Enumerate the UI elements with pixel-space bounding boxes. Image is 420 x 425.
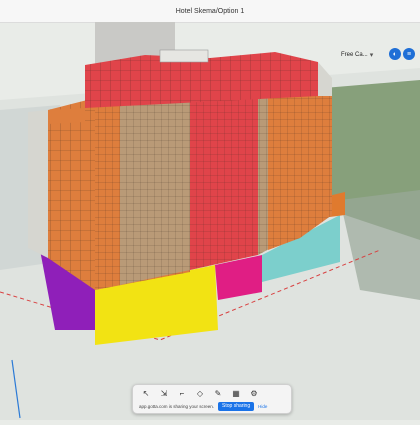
camera-dropdown[interactable]: Free Ca... ▾ — [341, 48, 373, 62]
bottom-toolbar: ↖ ⇲ ⌐ ◇ ✎ ▦ ⚙ app.gotta.com is sharing y… — [132, 384, 292, 414]
fill-tool-icon[interactable]: ◇ — [193, 388, 207, 398]
hide-link[interactable]: Hide — [258, 404, 267, 409]
building-scene — [0, 22, 420, 420]
screen-share-bar: app.gotta.com is sharing your screen. St… — [139, 401, 287, 411]
share-text: app.gotta.com is sharing your screen. — [139, 403, 215, 409]
layers-icon[interactable]: ≡ — [403, 48, 415, 60]
camera-label: Free Ca... — [341, 52, 368, 58]
select-tool-icon[interactable]: ↖ — [139, 388, 153, 398]
draw-tool-icon[interactable]: ✎ — [211, 388, 225, 398]
3d-viewport[interactable]: Free Ca... ▾ ◐ ≡ — [0, 22, 420, 420]
orbit-icon[interactable]: ◐ — [389, 48, 401, 60]
crop-tool-icon[interactable]: ⌐ — [175, 388, 189, 398]
grid-tool-icon[interactable]: ▦ — [229, 388, 243, 398]
gear-icon[interactable]: ⚙ — [247, 388, 261, 398]
move-tool-icon[interactable]: ⇲ — [157, 388, 171, 398]
roof-unit — [159, 49, 209, 63]
tower-end-gray — [28, 110, 48, 258]
title-bar: Hotel Skema/Option 1 — [0, 0, 420, 23]
stop-sharing-button[interactable]: Stop sharing — [218, 401, 255, 411]
window-title: Hotel Skema/Option 1 — [175, 7, 245, 15]
chevron-down-icon: ▾ — [369, 52, 374, 59]
